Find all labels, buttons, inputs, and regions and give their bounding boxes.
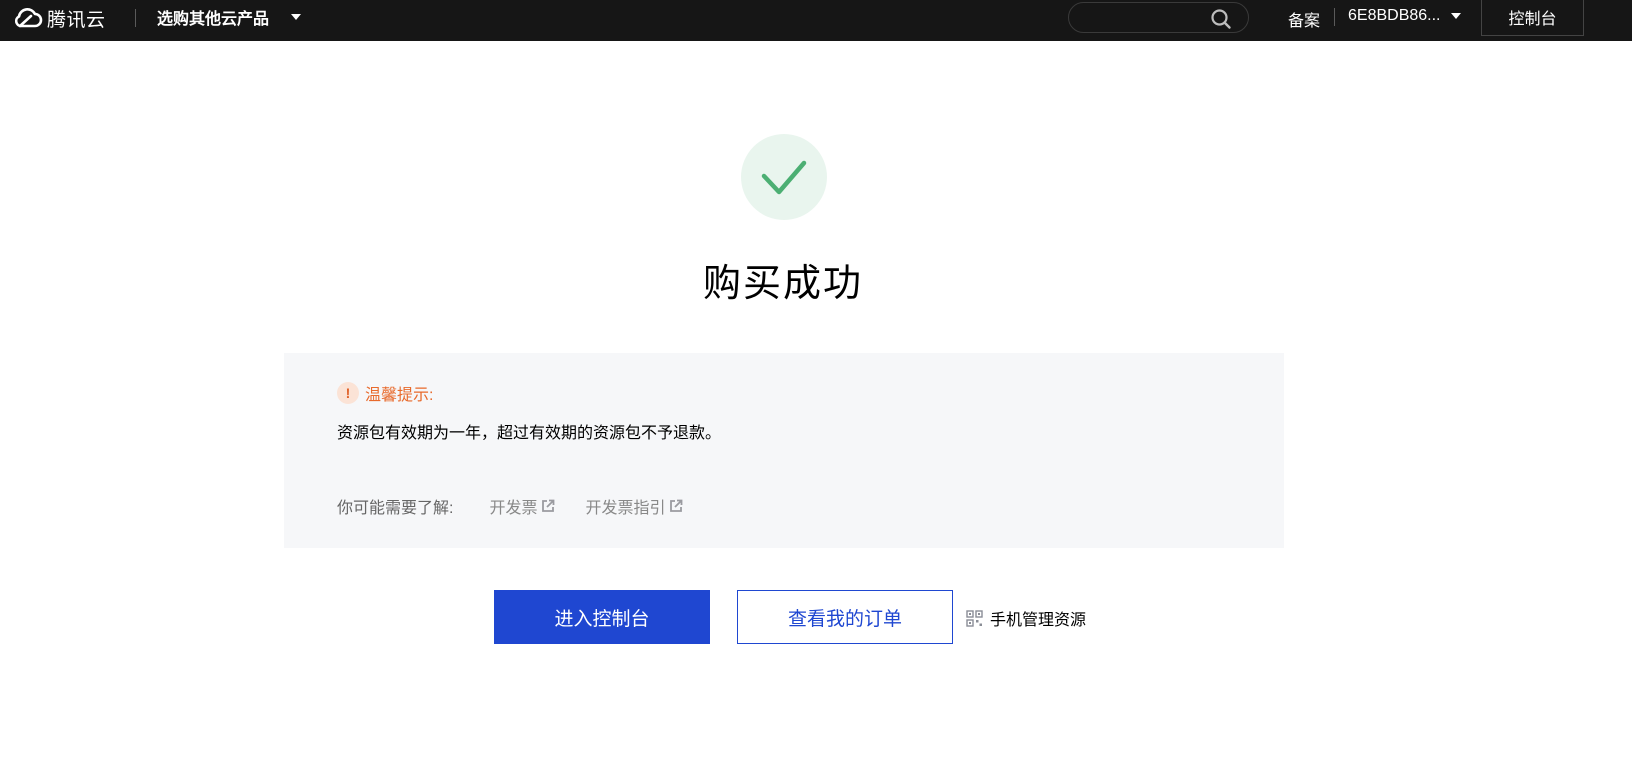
invoice-guide-link-label: 开发票指引 (585, 500, 666, 517)
qr-code-icon (966, 609, 983, 627)
success-status-badge (741, 134, 827, 220)
brand-name: 腾讯云 (47, 9, 106, 31)
chevron-down-icon (291, 14, 302, 20)
account-id: 6E8BDB86... (1348, 7, 1441, 24)
external-link-icon (670, 499, 683, 512)
page-title: 购买成功 (702, 263, 863, 305)
beian-link[interactable]: 备案 (1288, 7, 1320, 31)
console-button[interactable]: 控制台 (1481, 0, 1584, 36)
nav-divider (135, 9, 136, 27)
related-links-label: 你可能需要了解: (337, 500, 454, 517)
invoice-guide-link[interactable]: 开发票指引 (585, 494, 683, 518)
mobile-manage-label: 手机管理资源 (990, 612, 1087, 629)
search-input[interactable] (1081, 7, 1211, 29)
nav-divider (1334, 8, 1335, 26)
exclamation-icon: ! (337, 382, 359, 404)
top-navigation-bar: 腾讯云 选购其他云产品 备案 6E8BDB86... 控制台 (0, 0, 1632, 41)
product-menu-dropdown[interactable]: 选购其他云产品 (157, 4, 302, 30)
tip-header: ! 温馨提示: (337, 381, 433, 405)
chevron-down-icon (1450, 13, 1461, 19)
product-menu-label: 选购其他云产品 (157, 11, 270, 28)
tip-panel: ! 温馨提示: 资源包有效期为一年，超过有效期的资源包不予退款。 你可能需要了解… (284, 353, 1284, 548)
related-links: 你可能需要了解: 开发票 开发票指引 (337, 494, 713, 518)
checkmark-icon (761, 160, 807, 195)
enter-console-button[interactable]: 进入控制台 (494, 590, 710, 644)
tencent-cloud-logo[interactable]: 腾讯云 (11, 4, 106, 32)
search-box[interactable] (1068, 2, 1249, 33)
invoice-link-label: 开发票 (489, 500, 538, 517)
tip-message: 资源包有效期为一年，超过有效期的资源包不予退款。 (337, 425, 722, 442)
search-icon[interactable] (1209, 7, 1233, 31)
external-link-icon (542, 499, 555, 512)
account-dropdown[interactable]: 6E8BDB86... (1348, 7, 1461, 25)
view-orders-button[interactable]: 查看我的订单 (737, 590, 953, 644)
cloud-logo-icon (14, 8, 43, 28)
invoice-link[interactable]: 开发票 (489, 494, 555, 518)
mobile-manage-link[interactable]: 手机管理资源 (966, 606, 1086, 630)
tip-title: 温馨提示: (365, 387, 434, 404)
